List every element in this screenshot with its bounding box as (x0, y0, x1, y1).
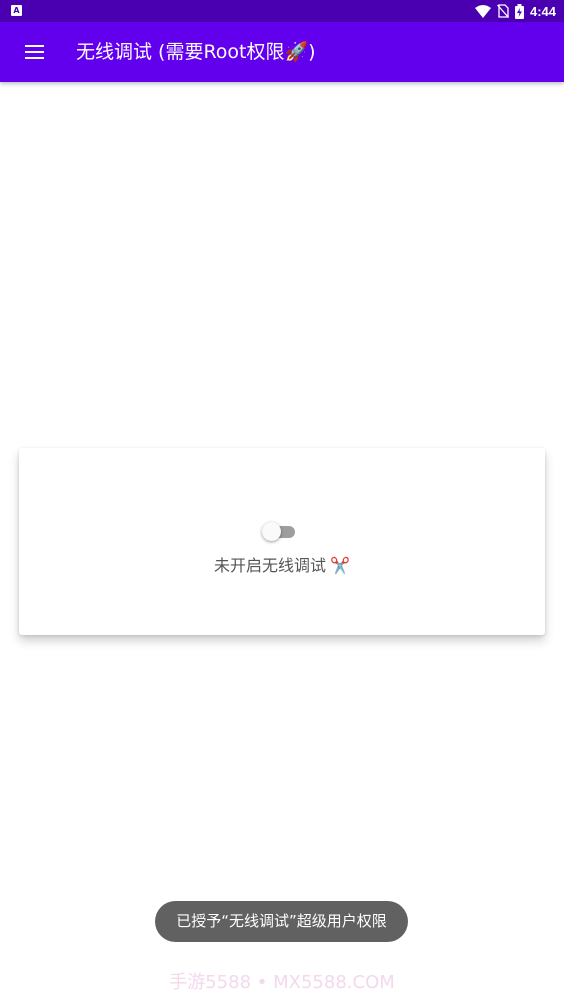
status-bar: A 4:44 (0, 0, 564, 22)
hamburger-menu-icon[interactable] (14, 34, 54, 70)
status-time: 4:44 (529, 3, 556, 19)
app-screen: A 4:44 无线调试 (需要Root权限🚀) 未开启无线调试 ✂️ 已授予“无… (0, 0, 564, 1002)
status-icons: 4:44 (474, 0, 556, 22)
wireless-debug-toggle[interactable] (262, 521, 296, 541)
wifi-icon (474, 4, 491, 18)
app-bar: 无线调试 (需要Root权限🚀) (0, 22, 564, 82)
toggle-thumb (262, 522, 281, 541)
wireless-debug-status-text: 未开启无线调试 (214, 556, 327, 575)
battery-charging-icon (514, 3, 524, 19)
app-notification-icon: A (11, 5, 22, 16)
wireless-debug-status: 未开启无线调试 ✂️ (19, 552, 545, 576)
toast-message: 已授予“无线调试”超级用户权限 (155, 901, 408, 942)
watermark: 手游5588 • MX5588.COM (169, 972, 395, 993)
wireless-debug-card: 未开启无线调试 ✂️ (19, 448, 545, 635)
app-title: 无线调试 (需要Root权限🚀) (76, 41, 316, 63)
scissors-icon: ✂️ (330, 556, 350, 575)
no-sim-icon (496, 4, 509, 18)
